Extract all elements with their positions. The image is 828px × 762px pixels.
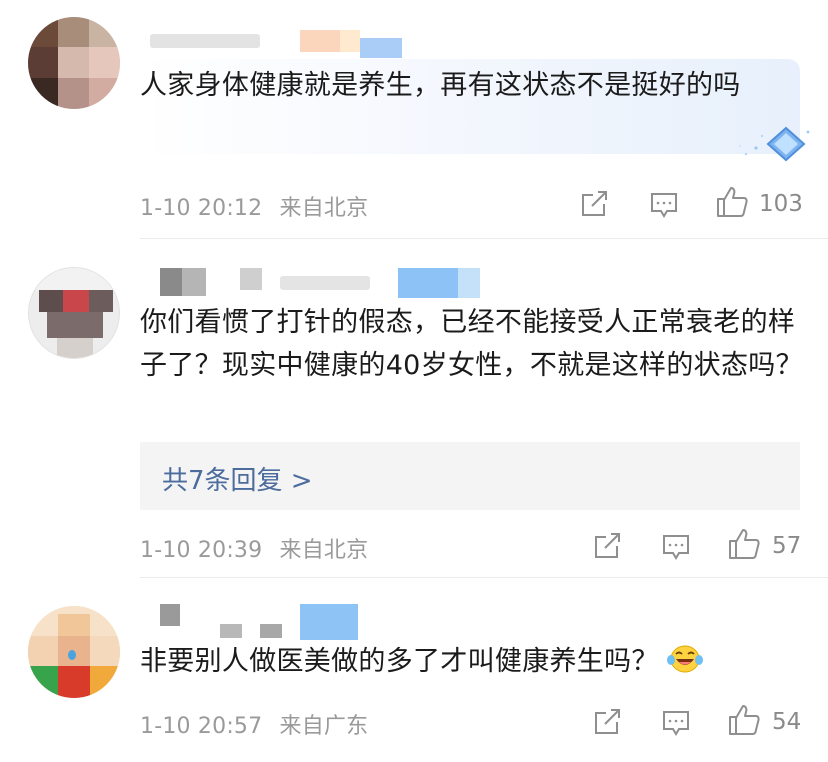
blur-block [458,268,480,298]
avatar-pixel [63,290,89,312]
username-blurred[interactable] [140,22,420,62]
like-count: 54 [772,709,802,735]
diamond-badge-icon [738,126,810,162]
blur-block [300,604,358,640]
comment-3: 非要别人做医美做的多了才叫健康养生吗？ 1-10 20:57 来自广东 54 [0,578,828,762]
avatar-pixel [57,338,93,358]
blur-block [150,34,260,48]
blur-block [160,604,180,626]
blur-block [398,268,458,298]
blur-block [360,38,402,58]
avatar-pixel [58,47,89,78]
avatar-pixel [28,666,58,698]
comment-meta: 1-10 20:39 来自北京 [140,532,368,564]
share-icon[interactable] [580,190,610,218]
avatar-pixel [89,78,120,109]
avatar-pixel [28,636,58,666]
thumbs-up-icon[interactable] [727,527,761,561]
comment-text: 你们看惯了打针的假态，已经不能接受人正常衰老的样子了？现实中健康的40岁女性，不… [140,307,803,381]
avatar-pixel [47,312,103,338]
avatar-pixel [89,47,120,78]
comment-date: 1-10 20:12 [140,196,263,221]
view-replies-link[interactable]: 共7条回复 > [162,460,313,497]
avatar[interactable] [28,17,120,109]
username-blurred[interactable] [140,262,500,302]
avatar-pixel [58,78,89,109]
blur-block [240,268,262,290]
avatar-pixel [89,17,120,47]
blur-block [300,30,340,52]
comment-text: 非要别人做医美做的多了才叫健康养生吗？ [140,640,805,683]
blur-block [160,268,182,296]
laughing-tears-emoji-icon [666,645,703,673]
like-count: 103 [759,191,803,217]
like-count: 57 [772,533,802,559]
comment-text: 人家身体健康就是养生，再有这状态不是挺好的吗 [140,70,741,101]
comment-meta: 1-10 20:57 来自广东 [140,708,368,740]
avatar-pixel [58,17,89,47]
thumbs-up-icon[interactable] [715,185,749,219]
avatar-pixel [39,290,63,312]
comment-icon[interactable] [649,190,679,220]
avatar-pixel [29,268,119,290]
blur-block [260,624,282,638]
avatar-pixel [90,636,120,666]
comment-icon[interactable] [661,532,691,562]
thumbs-up-icon[interactable] [727,703,761,737]
avatar-pixel [28,17,58,47]
comment-1: 人家身体健康就是养生，再有这状态不是挺好的吗 1-10 20:12 来自北京 1… [0,0,828,240]
divider [140,238,828,239]
avatar-pixel [58,614,90,636]
blur-block [280,276,370,290]
replies-box[interactable]: 共7条回复 > [140,442,800,510]
comment-2: 你们看惯了打针的假态，已经不能接受人正常衰老的样子了？现实中健康的40岁女性，不… [0,240,828,578]
comment-text-body: 非要别人做医美做的多了才叫健康养生吗？ [140,646,659,677]
avatar-pixel [68,650,76,660]
blur-block [220,624,242,638]
comment-date: 1-10 20:39 [140,538,263,563]
comment-meta: 1-10 20:12 来自北京 [140,190,368,222]
share-icon[interactable] [593,532,623,560]
avatar[interactable] [28,606,120,698]
avatar-pixel [28,47,58,78]
blur-block [182,268,206,296]
avatar-pixel [89,290,113,312]
comment-location: 来自广东 [279,714,369,739]
comment-location: 来自北京 [279,196,369,221]
comment-icon[interactable] [661,708,691,738]
avatar-pixel [58,666,90,698]
comment-location: 来自北京 [279,538,369,563]
avatar-pixel [28,78,58,109]
comment-date: 1-10 20:57 [140,714,263,739]
avatar-pixel [90,666,120,698]
blur-block [340,30,360,52]
avatar[interactable] [28,267,120,359]
share-icon[interactable] [593,708,623,736]
